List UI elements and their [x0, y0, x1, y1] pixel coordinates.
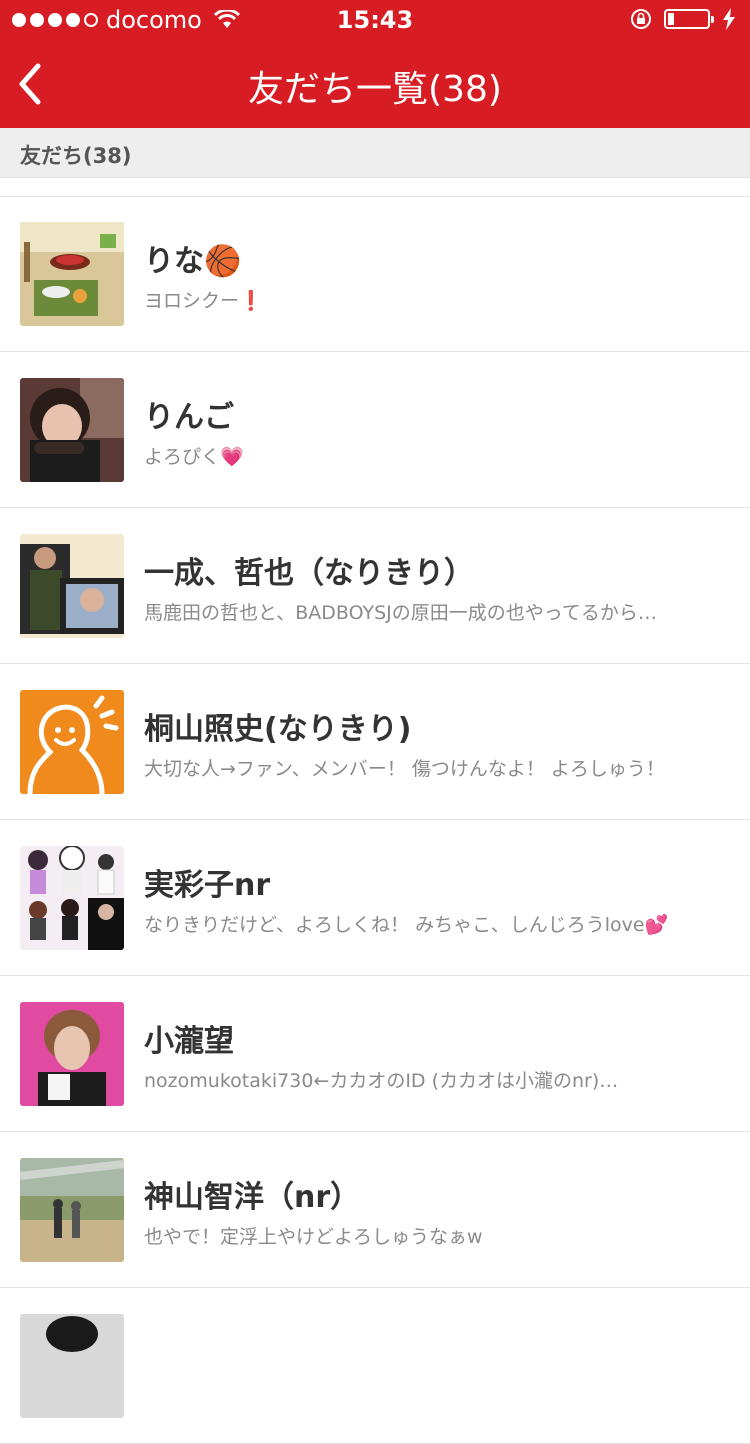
- battery-icon: [664, 9, 714, 29]
- friend-name: りんご: [144, 400, 234, 435]
- friend-status-message: ヨロシクー❗: [144, 290, 263, 312]
- friend-status-message: なりきりだけど、よろしくね！ みちゃこ、しんじろうlove💕: [144, 914, 669, 936]
- pink-portrait-avatar[interactable]: [20, 1002, 124, 1106]
- friend-status-message: よろぴく💗: [144, 446, 244, 468]
- friend-status-message: 馬鹿田の哲也と、BADBOYSJの原田一成の也やってるから…: [144, 602, 657, 624]
- friend-name: 桐山照史(なりきり): [144, 712, 412, 747]
- list-item[interactable]: 一成、哲也（なりきり） 馬鹿田の哲也と、BADBOYSJの原田一成の也やってるか…: [0, 508, 750, 664]
- friend-name: 実彩子nr: [144, 868, 271, 903]
- friend-status-message: 也やで！定浮上やけどよろしゅうなぁw: [144, 1226, 483, 1248]
- friend-name: りな🏀: [144, 244, 242, 279]
- friend-name: 神山智洋（nr）: [144, 1180, 361, 1215]
- list-item[interactable]: [0, 1288, 750, 1444]
- charging-bolt-icon: [723, 8, 735, 30]
- friends-list: りな🏀 ヨロシクー❗ りんご よろぴく💗 一成、哲也（なりきり） 馬鹿田の哲也と…: [0, 196, 750, 1444]
- list-item[interactable]: 実彩子nr なりきりだけど、よろしくね！ みちゃこ、しんじろうlove💕: [0, 820, 750, 976]
- park-photo-avatar[interactable]: [20, 1158, 124, 1262]
- status-bar: docomo 15:43: [0, 0, 750, 40]
- section-label: 友だち(38): [20, 144, 132, 168]
- list-item[interactable]: 桐山照史(なりきり) 大切な人→ファン、メンバー！ 傷つけんなよ！ よろしゅう！: [0, 664, 750, 820]
- partial-avatar[interactable]: [20, 1314, 124, 1418]
- friend-name: 一成、哲也（なりきり）: [144, 556, 474, 591]
- section-header: 友だち(38): [0, 128, 750, 178]
- girl-photo-avatar[interactable]: [20, 378, 124, 482]
- list-item[interactable]: 神山智洋（nr） 也やで！定浮上やけどよろしゅうなぁw: [0, 1132, 750, 1288]
- friend-status-message: nozomukotaki730←カカオのID (カカオは小瀧のnr)…: [144, 1070, 619, 1092]
- list-item[interactable]: りんご よろぴく💗: [0, 352, 750, 508]
- page-title: 友だち一覧(38): [248, 69, 502, 110]
- film-strip-avatar[interactable]: [20, 534, 124, 638]
- collage-avatar[interactable]: [20, 846, 124, 950]
- friend-name: 小瀧望: [144, 1024, 234, 1059]
- game-room-avatar[interactable]: [20, 222, 124, 326]
- list-item[interactable]: りな🏀 ヨロシクー❗: [0, 196, 750, 352]
- navigation-bar: 友だち一覧(38): [0, 40, 750, 128]
- default-orange-avatar[interactable]: [20, 690, 124, 794]
- friend-status-message: 大切な人→ファン、メンバー！ 傷つけんなよ！ よろしゅう！: [144, 758, 665, 780]
- list-item[interactable]: 小瀧望 nozomukotaki730←カカオのID (カカオは小瀧のnr)…: [0, 976, 750, 1132]
- rotation-lock-icon: [631, 9, 651, 29]
